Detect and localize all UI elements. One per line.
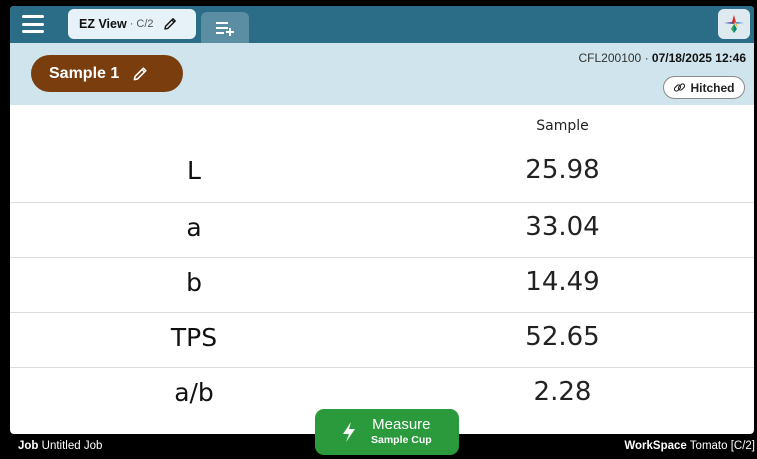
row-label: b [186,268,202,297]
workspace-label: WorkSpace [624,440,687,452]
table-row: a 33.04 [10,202,754,256]
workspace-info: WorkSpace Tomato [C/2] [624,440,755,452]
hamburger-menu-icon[interactable] [22,15,44,33]
app-logo-button[interactable] [718,9,750,39]
pencil-icon[interactable] [162,16,178,32]
add-tab-button[interactable] [201,12,249,43]
row-label: L [187,156,201,185]
app-window: EZ View · C/2 Sample 1 CFL200100 · 07/18… [10,6,754,434]
lightning-bolt-icon [343,422,355,442]
pencil-icon [133,66,147,80]
measure-title: Measure [372,416,431,433]
top-bar: EZ View · C/2 [10,6,754,43]
add-list-icon [216,21,234,36]
tab-ez-view[interactable]: EZ View · C/2 [68,9,196,39]
measurement-datetime: 07/18/2025 12:46 [651,51,746,65]
row-value: 33.04 [525,212,600,242]
row-label: a/b [174,378,214,407]
device-info: CFL200100 · 07/18/2025 12:46 [579,51,746,65]
measure-button[interactable]: Measure Sample Cup [315,409,459,455]
row-value: 52.65 [525,322,600,352]
tab-title: EZ View [79,17,127,31]
tab-subtitle: C/2 [136,18,154,30]
hitched-label: Hitched [690,80,735,95]
hitched-button[interactable]: Hitched [663,76,745,99]
table-row: b 14.49 [10,257,754,311]
sample-header: Sample 1 CFL200100 · 07/18/2025 12:46 Hi… [10,43,754,105]
job-name: Untitled Job [41,440,103,452]
job-info: Job Untitled Job [18,440,102,452]
row-label: a [186,213,202,242]
tab-separator: · [129,18,134,30]
column-header: Sample [536,118,589,134]
table-row: TPS 52.65 [10,312,754,366]
measure-subtitle: Sample Cup [371,434,432,446]
table-row: L 25.98 [10,146,754,200]
sample-name-button[interactable]: Sample 1 [31,55,183,92]
app-logo-icon [724,15,744,33]
sample-name: Sample 1 [49,64,120,82]
row-value: 14.49 [525,267,600,297]
link-icon [674,83,686,92]
measure-text: Measure Sample Cup [371,417,432,447]
job-label: Job [18,440,39,452]
workspace-name: Tomato [C/2] [689,440,755,452]
row-label: TPS [170,323,218,352]
row-value: 25.98 [525,155,600,185]
device-id: CFL200100 · [578,51,652,65]
row-value: 2.28 [533,377,592,407]
